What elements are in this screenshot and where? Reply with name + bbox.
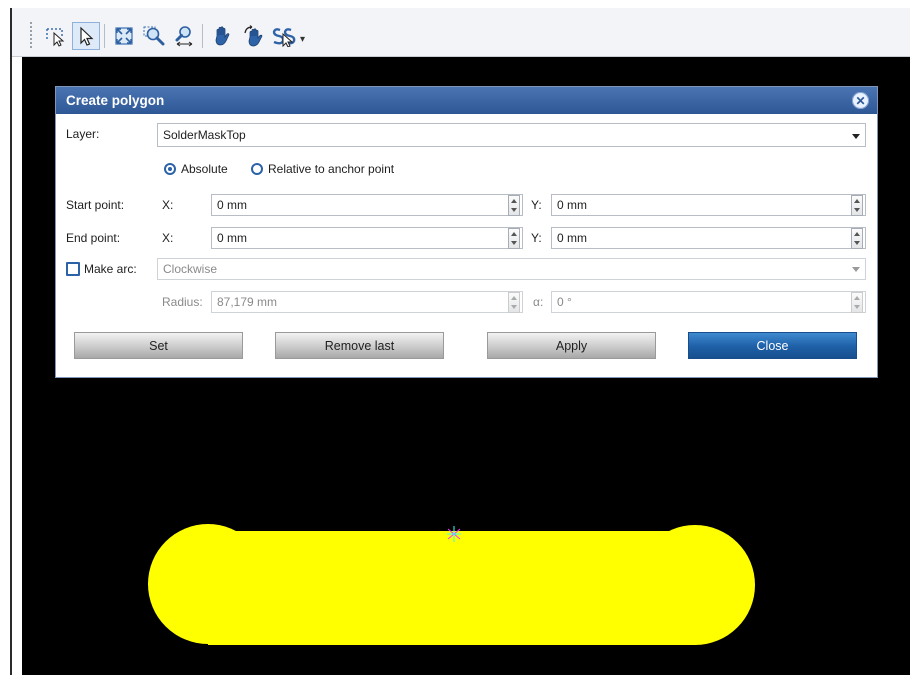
pointer-select-icon[interactable] bbox=[72, 22, 100, 50]
end-x-label: X: bbox=[162, 231, 174, 245]
close-icon[interactable]: ✕ bbox=[852, 92, 869, 109]
dialog-title-bar[interactable]: Create polygon ✕ bbox=[56, 87, 877, 114]
toolbar-separator bbox=[202, 24, 203, 48]
make-arc-label[interactable]: Make arc: bbox=[84, 262, 137, 276]
close-button[interactable]: Close bbox=[688, 332, 857, 359]
toolbar-grip[interactable] bbox=[30, 22, 36, 48]
set-button[interactable]: Set bbox=[74, 332, 243, 359]
start-y-input[interactable]: 0 mm bbox=[551, 194, 866, 216]
toolbar-separator bbox=[104, 24, 105, 48]
apply-button[interactable]: Apply bbox=[487, 332, 656, 359]
rotate-hand-icon[interactable] bbox=[240, 22, 268, 50]
start-x-stepper[interactable] bbox=[508, 195, 520, 216]
alpha-label: α: bbox=[533, 295, 544, 309]
start-y-stepper[interactable] bbox=[851, 195, 863, 216]
lasso-select-icon[interactable] bbox=[42, 22, 70, 50]
relative-radio[interactable] bbox=[251, 163, 263, 175]
layer-dropdown[interactable]: SolderMaskTop bbox=[157, 123, 866, 147]
alpha-stepper[interactable] bbox=[851, 292, 863, 313]
radius-input[interactable]: 87,179 mm bbox=[211, 291, 523, 313]
start-point-label: Start point: bbox=[66, 198, 125, 212]
radius-label: Radius: bbox=[162, 295, 203, 309]
chevron-down-icon bbox=[852, 267, 860, 272]
end-x-input[interactable]: 0 mm bbox=[211, 227, 523, 249]
relative-label[interactable]: Relative to anchor point bbox=[268, 162, 394, 176]
solder-mask-shape bbox=[148, 524, 755, 645]
top-margin bbox=[10, 0, 910, 8]
end-point-label: End point: bbox=[66, 231, 121, 245]
chevron-down-icon bbox=[852, 134, 860, 139]
toolbar: ▾ bbox=[12, 8, 910, 57]
alpha-input[interactable]: 0 ° bbox=[551, 291, 866, 313]
remove-last-button[interactable]: Remove last bbox=[275, 332, 444, 359]
start-y-label: Y: bbox=[531, 198, 542, 212]
end-x-stepper[interactable] bbox=[508, 228, 520, 249]
zoom-horizontal-icon[interactable] bbox=[170, 22, 198, 50]
arc-direction-dropdown[interactable]: Clockwise bbox=[157, 258, 866, 280]
pan-hand-icon[interactable] bbox=[208, 22, 236, 50]
end-y-stepper[interactable] bbox=[851, 228, 863, 249]
zoom-fit-icon[interactable] bbox=[110, 22, 138, 50]
end-y-label: Y: bbox=[531, 231, 542, 245]
radius-stepper[interactable] bbox=[508, 292, 520, 313]
end-y-input[interactable]: 0 mm bbox=[551, 227, 866, 249]
start-x-input[interactable]: 0 mm bbox=[211, 194, 523, 216]
create-polygon-dialog: Create polygon ✕ Layer: SolderMaskTop Ab… bbox=[55, 86, 878, 378]
layer-value: SolderMaskTop bbox=[163, 128, 246, 142]
snap-menu-icon[interactable] bbox=[270, 22, 298, 50]
dialog-title: Create polygon bbox=[66, 93, 165, 108]
start-x-label: X: bbox=[162, 198, 174, 212]
absolute-radio[interactable] bbox=[164, 163, 176, 175]
absolute-label[interactable]: Absolute bbox=[181, 162, 228, 176]
make-arc-checkbox[interactable] bbox=[66, 262, 80, 276]
snap-dropdown-arrow-icon[interactable]: ▾ bbox=[300, 34, 305, 45]
layer-label: Layer: bbox=[66, 127, 100, 141]
left-panel-edge bbox=[0, 0, 12, 675]
zoom-area-icon[interactable] bbox=[140, 22, 168, 50]
